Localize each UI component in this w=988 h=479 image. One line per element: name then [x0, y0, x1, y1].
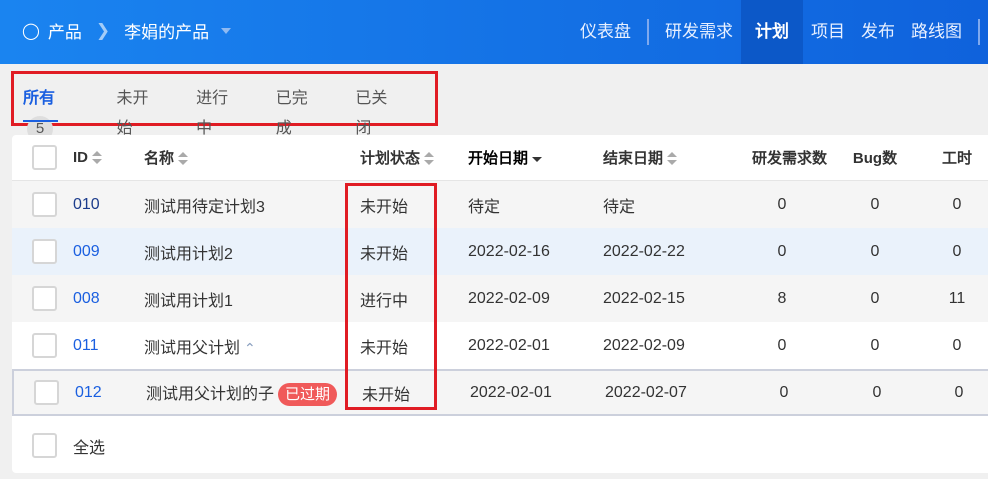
bug-count: 0 [870, 289, 880, 307]
breadcrumb: ◯ 产品 ❯ 李娟的产品 [22, 18, 232, 43]
breadcrumb-root[interactable]: 产品 [48, 18, 82, 43]
highlight-box [345, 183, 437, 410]
tab-closed[interactable]: 已关闭 [355, 84, 403, 137]
table-row: 009 测试用计划2 未开始 2022-02-16 2022-02-22 0 0… [12, 228, 988, 275]
end-date: 待定 [603, 198, 636, 216]
sort-icon [424, 152, 435, 166]
row-checkbox[interactable] [32, 239, 57, 264]
plan-name-text[interactable]: 测试用待定计划3 [144, 199, 265, 216]
start-date: 2022-02-01 [468, 336, 550, 354]
plan-id-link[interactable]: 012 [75, 384, 102, 402]
table-row: 011 测试用父计划 ⌃ 未开始 2022-02-01 2022-02-09 0 … [12, 322, 988, 369]
nav-dashboard[interactable]: 仪表盘 [572, 0, 639, 64]
hours: 0 [954, 383, 964, 401]
start-date: 待定 [468, 198, 501, 216]
select-all-label[interactable]: 全选 [73, 434, 105, 458]
table-row: 012 测试用父计划的子 已过期 未开始 2022-02-01 2022-02-0… [12, 369, 988, 416]
story-count: 0 [777, 242, 787, 260]
select-all-checkbox[interactable] [32, 433, 57, 458]
plan-name[interactable]: 测试用父计划 ⌃ [144, 334, 256, 358]
col-id[interactable]: ID [73, 149, 102, 166]
table-row: 008 测试用计划1 进行中 2022-02-09 2022-02-15 8 0… [12, 275, 988, 322]
expired-badge: 已过期 [278, 382, 338, 406]
col-bugs: Bug数 [852, 150, 898, 167]
plan-name-text[interactable]: 测试用计划1 [144, 293, 233, 310]
col-name[interactable]: 名称 [144, 147, 189, 168]
nav-stories[interactable]: 研发需求 [657, 0, 741, 64]
table-row: 010 测试用待定计划3 未开始 待定 待定 0 0 0 [12, 181, 988, 228]
nav-roadmap[interactable]: 路线图 [903, 0, 970, 64]
nav-project[interactable]: 项目 [803, 0, 853, 64]
col-end-date[interactable]: 结束日期 [603, 147, 678, 168]
start-date: 2022-02-09 [468, 289, 550, 307]
plan-name-text[interactable]: 测试用父计划 [144, 340, 240, 357]
plan-name[interactable]: 测试用待定计划3 [144, 193, 265, 217]
product-switcher[interactable]: 李娟的产品 [124, 18, 209, 43]
plan-id-link[interactable]: 008 [73, 290, 100, 308]
hours: 0 [952, 242, 962, 260]
story-count: 8 [777, 289, 787, 307]
story-count: 0 [777, 336, 787, 354]
lightbulb-icon: ◯ [22, 22, 40, 40]
start-date: 2022-02-16 [468, 242, 550, 260]
tab-all[interactable]: 所有5 [23, 84, 85, 142]
table-header: ID 名称 计划状态 开始日期 结束日期 研发需求数 Bug数 工时 [12, 135, 988, 181]
top-bar: ◯ 产品 ❯ 李娟的产品 仪表盘 研发需求 计划 项目 发布 路线图 [0, 0, 988, 64]
plan-id-link[interactable]: 011 [73, 337, 99, 355]
col-status[interactable]: 计划状态 [360, 147, 435, 168]
tab-done[interactable]: 已完成 [276, 84, 324, 137]
plan-id-link[interactable]: 010 [73, 196, 100, 214]
plan-name[interactable]: 测试用计划2 [144, 240, 233, 264]
nav-divider [978, 19, 980, 45]
plan-name[interactable]: 测试用计划1 [144, 287, 233, 311]
story-count: 0 [779, 383, 789, 401]
main-nav: 仪表盘 研发需求 计划 项目 发布 路线图 [572, 0, 988, 64]
nav-release[interactable]: 发布 [853, 0, 903, 64]
row-checkbox[interactable] [34, 380, 59, 405]
collapse-icon[interactable]: ⌃ [244, 340, 256, 356]
hours: 0 [952, 195, 962, 213]
nav-plan[interactable]: 计划 [741, 0, 803, 64]
caret-down-icon[interactable] [221, 27, 232, 34]
hours: 11 [948, 289, 966, 307]
plan-name[interactable]: 测试用父计划的子 已过期 [146, 380, 338, 406]
header-checkbox[interactable] [32, 145, 57, 170]
plan-table: ID 名称 计划状态 开始日期 结束日期 研发需求数 Bug数 工时 010 测… [12, 135, 988, 473]
end-date: 2022-02-22 [603, 242, 685, 260]
end-date: 2022-02-09 [603, 336, 685, 354]
col-start-date[interactable]: 开始日期 [468, 147, 543, 168]
nav-divider [647, 19, 649, 45]
start-date: 2022-02-01 [470, 383, 552, 401]
table-footer: 全选 [12, 418, 988, 473]
plan-id-link[interactable]: 009 [73, 243, 100, 261]
col-hours: 工时 [941, 150, 972, 167]
end-date: 2022-02-07 [605, 383, 687, 401]
sort-icon [92, 151, 102, 165]
sort-icon [667, 152, 678, 166]
tab-label: 所有 [23, 89, 56, 107]
bug-count: 0 [870, 195, 880, 213]
tab-in-progress[interactable]: 进行中 [196, 84, 244, 137]
hours: 0 [952, 336, 962, 354]
tab-not-started[interactable]: 未开始 [117, 84, 165, 137]
bug-count: 0 [872, 383, 882, 401]
chevron-right-icon: ❯ [95, 20, 111, 40]
plan-name-text[interactable]: 测试用计划2 [144, 246, 233, 263]
col-stories: 研发需求数 [752, 150, 828, 167]
bug-count: 0 [870, 242, 880, 260]
end-date: 2022-02-15 [603, 289, 685, 307]
bug-count: 0 [870, 336, 880, 354]
row-checkbox[interactable] [32, 192, 57, 217]
status-tabs: 所有5 未开始 进行中 已完成 已关闭 [11, 71, 438, 142]
plan-name-text[interactable]: 测试用父计划的子 [146, 386, 274, 403]
row-checkbox[interactable] [32, 333, 57, 358]
story-count: 0 [777, 195, 787, 213]
row-checkbox[interactable] [32, 286, 57, 311]
sort-icon [178, 152, 189, 166]
sort-desc-icon [532, 152, 543, 166]
